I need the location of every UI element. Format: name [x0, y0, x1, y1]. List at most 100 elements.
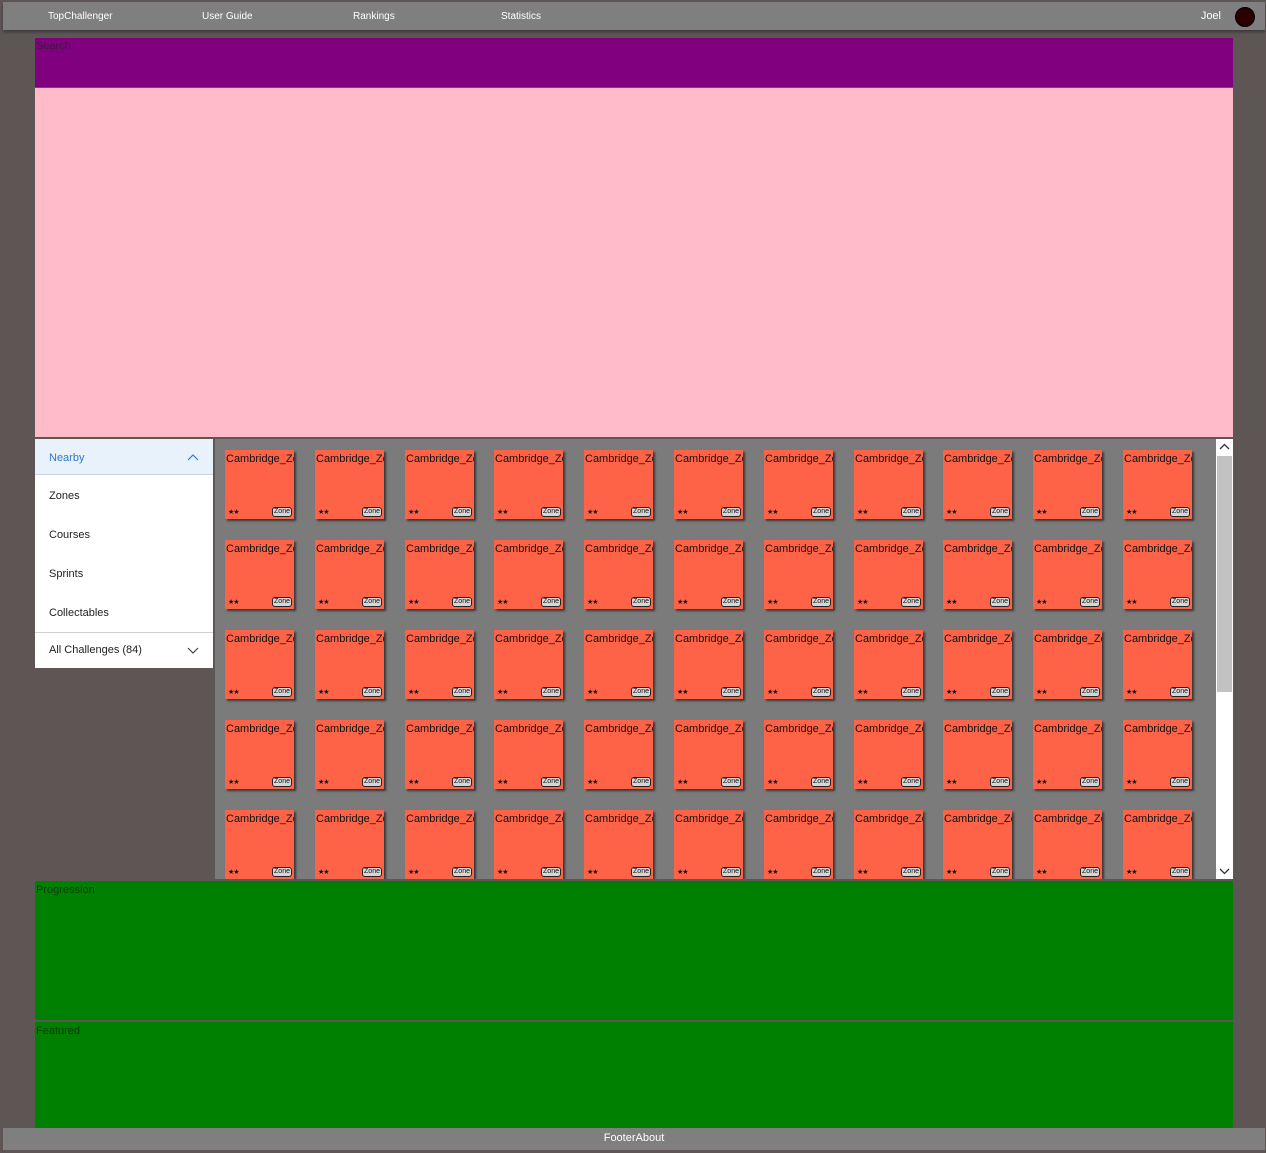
challenge-tile[interactable]: Cambridge_Zone ★★ Zone — [764, 630, 833, 699]
challenge-tile[interactable]: Cambridge_Zone ★★ Zone — [1123, 540, 1192, 609]
challenge-tile[interactable]: Cambridge_Zone ★★ Zone — [943, 810, 1012, 879]
challenge-type-badge: Zone — [1170, 777, 1190, 787]
challenge-tile[interactable]: Cambridge_Zone ★★ Zone — [584, 810, 653, 879]
challenge-tile[interactable]: Cambridge_Zone ★★ Zone — [494, 720, 563, 789]
challenge-tile[interactable]: Cambridge_Zone ★★ Zone — [854, 720, 923, 789]
challenge-tile[interactable]: Cambridge_Zone ★★ Zone — [494, 450, 563, 519]
star-rating: ★★ — [587, 779, 599, 786]
star-rating: ★★ — [228, 869, 240, 876]
challenge-tile[interactable]: Cambridge_Zone ★★ Zone — [405, 540, 474, 609]
challenge-tile[interactable]: Cambridge_Zone ★★ Zone — [494, 540, 563, 609]
challenge-tile[interactable]: Cambridge_Zone ★★ Zone — [225, 810, 294, 879]
challenge-title: Cambridge_Zone — [585, 543, 653, 555]
challenge-type-badge: Zone — [272, 687, 292, 697]
star-rating: ★★ — [677, 599, 689, 606]
challenge-tile[interactable]: Cambridge_Zone ★★ Zone — [1123, 630, 1192, 699]
challenge-tile[interactable]: Cambridge_Zone ★★ Zone — [674, 450, 743, 519]
grid-scrollbar[interactable] — [1216, 439, 1233, 879]
challenge-tile[interactable]: Cambridge_Zone ★★ Zone — [315, 630, 384, 699]
challenge-tile[interactable]: Cambridge_Zone ★★ Zone — [854, 810, 923, 879]
challenge-title: Cambridge_Zone — [1124, 453, 1192, 465]
challenge-title: Cambridge_Zone — [855, 543, 923, 555]
star-rating: ★★ — [767, 689, 779, 696]
challenge-tile[interactable]: Cambridge_Zone ★★ Zone — [674, 810, 743, 879]
challenge-tile[interactable]: Cambridge_Zone ★★ Zone — [943, 450, 1012, 519]
challenge-type-badge: Zone — [721, 777, 741, 787]
challenge-tile[interactable]: Cambridge_Zone ★★ Zone — [315, 720, 384, 789]
challenge-tile[interactable]: Cambridge_Zone ★★ Zone — [674, 720, 743, 789]
challenge-tile[interactable]: Cambridge_Zone ★★ Zone — [1123, 450, 1192, 519]
challenge-tile[interactable]: Cambridge_Zone ★★ Zone — [1033, 810, 1102, 879]
scroll-thumb[interactable] — [1217, 456, 1232, 692]
challenge-tile[interactable]: Cambridge_Zone ★★ Zone — [315, 450, 384, 519]
challenge-tile[interactable]: Cambridge_Zone ★★ Zone — [584, 450, 653, 519]
star-rating: ★★ — [497, 689, 509, 696]
challenge-tile[interactable]: Cambridge_Zone ★★ Zone — [584, 630, 653, 699]
scroll-up-icon[interactable] — [1219, 442, 1230, 452]
challenge-tile[interactable]: Cambridge_Zone ★★ Zone — [764, 810, 833, 879]
challenge-title: Cambridge_Zone — [585, 813, 653, 825]
challenge-tile[interactable]: Cambridge_Zone ★★ Zone — [1033, 630, 1102, 699]
challenge-tile[interactable]: Cambridge_Zone ★★ Zone — [315, 540, 384, 609]
challenge-tile[interactable]: Cambridge_Zone ★★ Zone — [943, 540, 1012, 609]
scroll-down-icon[interactable] — [1219, 866, 1230, 876]
star-rating: ★★ — [1126, 779, 1138, 786]
challenge-tile[interactable]: Cambridge_Zone ★★ Zone — [405, 630, 474, 699]
challenge-title: Cambridge_Zone — [1034, 813, 1102, 825]
challenge-tile[interactable]: Cambridge_Zone ★★ Zone — [494, 630, 563, 699]
all-challenges-dropdown[interactable]: All Challenges (84) — [35, 632, 213, 668]
user-name[interactable]: Joel — [1201, 10, 1221, 22]
challenge-title: Cambridge_Zone — [765, 543, 833, 555]
nav-statistics[interactable]: Statistics — [501, 11, 541, 22]
challenge-title: Cambridge_Zone — [585, 723, 653, 735]
challenge-tile[interactable]: Cambridge_Zone ★★ Zone — [1033, 540, 1102, 609]
challenge-tile[interactable]: Cambridge_Zone ★★ Zone — [674, 540, 743, 609]
star-rating: ★★ — [1036, 869, 1048, 876]
challenge-tile[interactable]: Cambridge_Zone ★★ Zone — [1123, 810, 1192, 879]
challenge-tile[interactable]: Cambridge_Zone ★★ Zone — [764, 450, 833, 519]
filter-selected-nearby[interactable]: Nearby — [35, 439, 213, 475]
challenge-tile[interactable]: Cambridge_Zone ★★ Zone — [225, 540, 294, 609]
challenge-tile[interactable]: Cambridge_Zone ★★ Zone — [225, 630, 294, 699]
filter-item-collectables[interactable]: Collectables — [49, 607, 109, 619]
nav-topchallenger[interactable]: TopChallenger — [48, 11, 113, 22]
nav-rankings[interactable]: Rankings — [353, 11, 395, 22]
challenge-tile[interactable]: Cambridge_Zone ★★ Zone — [1033, 720, 1102, 789]
challenge-tile[interactable]: Cambridge_Zone ★★ Zone — [1033, 450, 1102, 519]
challenge-tile[interactable]: Cambridge_Zone ★★ Zone — [1123, 720, 1192, 789]
challenge-tile[interactable]: Cambridge_Zone ★★ Zone — [854, 630, 923, 699]
challenge-tile[interactable]: Cambridge_Zone ★★ Zone — [405, 810, 474, 879]
challenge-title: Cambridge_Zone — [675, 543, 743, 555]
challenge-tile[interactable]: Cambridge_Zone ★★ Zone — [225, 450, 294, 519]
star-rating: ★★ — [228, 689, 240, 696]
star-rating: ★★ — [1036, 599, 1048, 606]
nav-user-guide[interactable]: User Guide — [202, 11, 253, 22]
challenge-tile[interactable]: Cambridge_Zone ★★ Zone — [405, 720, 474, 789]
footer-about-link[interactable]: FooterAbout — [604, 1132, 665, 1144]
filter-item-courses[interactable]: Courses — [49, 529, 90, 541]
challenge-tile[interactable]: Cambridge_Zone ★★ Zone — [584, 720, 653, 789]
star-rating: ★★ — [497, 509, 509, 516]
challenge-tile[interactable]: Cambridge_Zone ★★ Zone — [943, 630, 1012, 699]
challenge-type-badge: Zone — [541, 597, 561, 607]
challenge-type-badge: Zone — [362, 777, 382, 787]
avatar[interactable] — [1235, 7, 1255, 27]
star-rating: ★★ — [587, 689, 599, 696]
challenge-tile[interactable]: Cambridge_Zone ★★ Zone — [225, 720, 294, 789]
challenge-title: Cambridge_Zone — [855, 723, 923, 735]
challenge-tile[interactable]: Cambridge_Zone ★★ Zone — [674, 630, 743, 699]
challenge-tile[interactable]: Cambridge_Zone ★★ Zone — [854, 450, 923, 519]
filter-item-zones[interactable]: Zones — [49, 490, 80, 502]
challenge-tile[interactable]: Cambridge_Zone ★★ Zone — [764, 720, 833, 789]
challenge-tile[interactable]: Cambridge_Zone ★★ Zone — [405, 450, 474, 519]
filter-item-sprints[interactable]: Sprints — [49, 568, 83, 580]
challenge-tile[interactable]: Cambridge_Zone ★★ Zone — [854, 540, 923, 609]
star-rating: ★★ — [587, 509, 599, 516]
challenge-tile[interactable]: Cambridge_Zone ★★ Zone — [494, 810, 563, 879]
challenge-tile[interactable]: Cambridge_Zone ★★ Zone — [315, 810, 384, 879]
challenge-tile[interactable]: Cambridge_Zone ★★ Zone — [584, 540, 653, 609]
challenge-tile[interactable]: Cambridge_Zone ★★ Zone — [943, 720, 1012, 789]
challenge-title: Cambridge_Zone — [765, 633, 833, 645]
search-panel[interactable]: Search — [35, 38, 1233, 87]
challenge-tile[interactable]: Cambridge_Zone ★★ Zone — [764, 540, 833, 609]
